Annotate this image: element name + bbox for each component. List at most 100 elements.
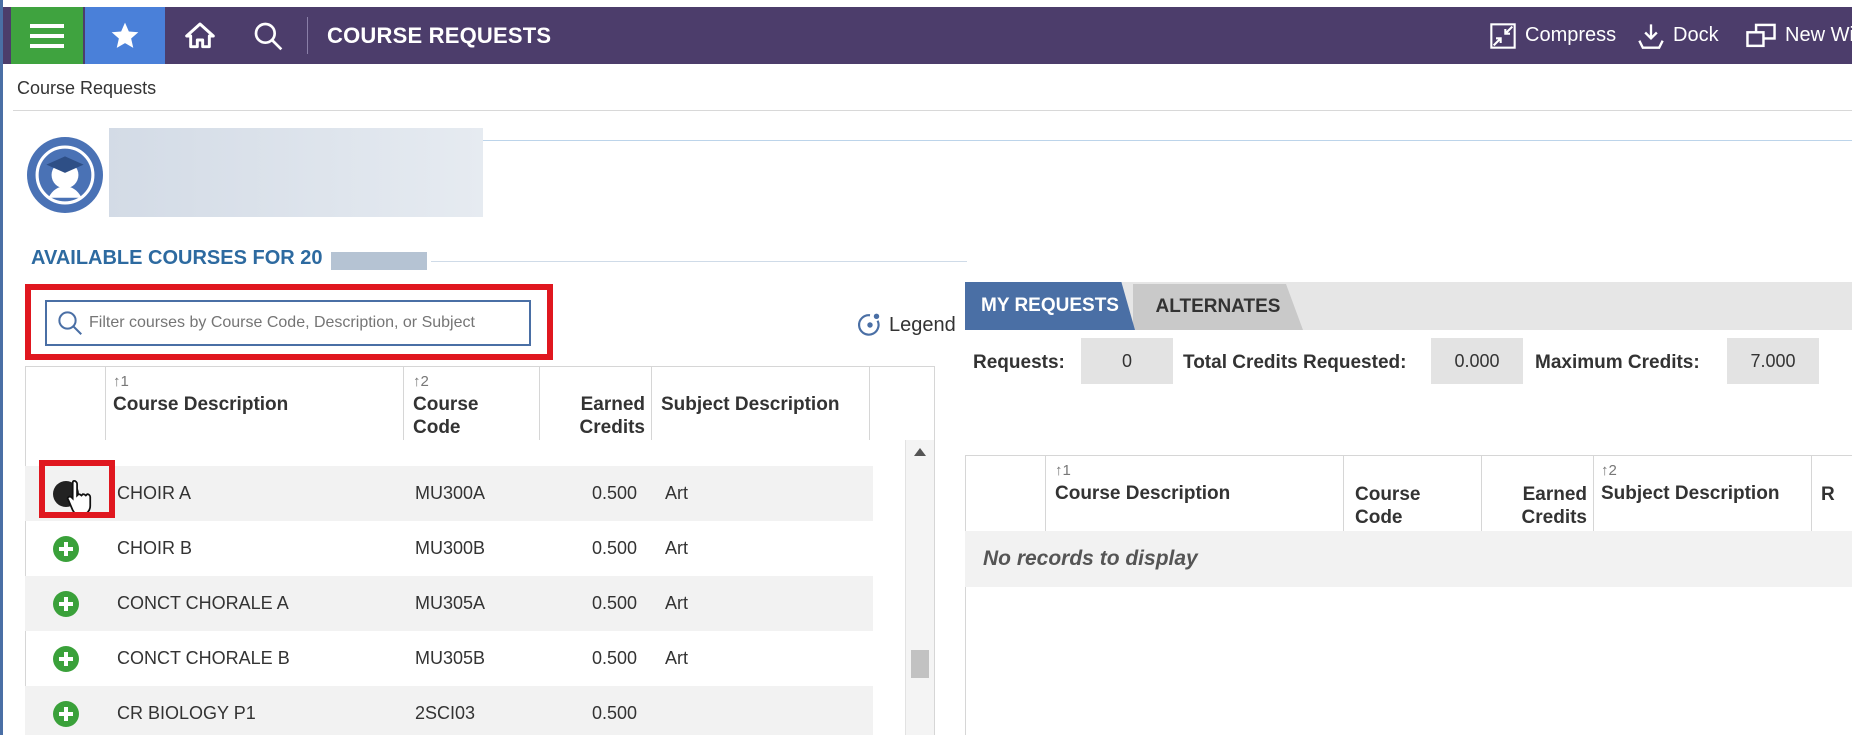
compress-icon: [1490, 22, 1516, 49]
add-course-icon[interactable]: [53, 536, 79, 562]
col-header-earned-credits[interactable]: Earned Credits: [555, 393, 645, 439]
col-header-truncated[interactable]: R: [1821, 483, 1835, 506]
table-scrollbar[interactable]: [905, 440, 934, 735]
course-code: MU305A: [415, 593, 486, 613]
filter-highlight-box: [25, 284, 553, 360]
earned-credits: 0.500: [591, 593, 637, 613]
home-icon: [185, 22, 215, 48]
breadcrumb[interactable]: Course Requests: [17, 78, 156, 99]
dock-label: Dock: [1673, 24, 1719, 46]
dock-button[interactable]: Dock: [1637, 7, 1719, 64]
column-divider: [869, 366, 870, 440]
requests-count-value: 0: [1081, 338, 1173, 384]
sort-indicator: ↑2: [1601, 462, 1617, 479]
course-description: CONCT CHORALE A: [117, 593, 289, 613]
col-header-label: Course Code: [1355, 484, 1421, 528]
add-course-icon[interactable]: [53, 591, 79, 617]
available-courses-title: AVAILABLE COURSES FOR 20: [31, 247, 323, 269]
table-row[interactable]: CONCT CHORALE A MU305A 0.500 Art: [25, 576, 873, 631]
tab-alternates[interactable]: ALTERNATES: [1133, 284, 1303, 330]
subject-description: Art: [665, 538, 689, 558]
breadcrumb-divider: [13, 110, 1852, 111]
sort-indicator: ↑1: [1055, 462, 1071, 479]
legend-button[interactable]: Legend: [857, 312, 956, 338]
hamburger-icon: [30, 23, 64, 48]
available-courses-header: ↑1 Course Description ↑2 Course Code Ear…: [25, 366, 935, 440]
earned-credits: 0.500: [591, 538, 637, 558]
course-description: CHOIR A: [117, 483, 192, 503]
search-button[interactable]: [235, 7, 301, 64]
col-header-label: R: [1821, 484, 1835, 505]
col-header-course-description[interactable]: ↑1 Course Description: [113, 370, 288, 416]
add-button-highlight-box: [39, 460, 115, 518]
earned-credits: 0.500: [591, 703, 637, 723]
course-code: MU305B: [415, 648, 486, 668]
subject-description: Art: [665, 483, 689, 503]
header-divider: [483, 140, 1852, 141]
course-description: CONCT CHORALE B: [117, 648, 290, 668]
col-header-subject-description[interactable]: ↑2 Subject Description: [1601, 459, 1779, 505]
school-year-redacted: [331, 252, 427, 270]
new-window-label: New Wi: [1785, 24, 1852, 46]
col-header-label: Subject Description: [1601, 483, 1780, 504]
no-records-row: No records to display: [965, 531, 1852, 587]
menu-button[interactable]: [11, 7, 83, 64]
dock-icon: [1638, 23, 1664, 49]
course-code: MU300A: [415, 483, 486, 503]
course-code: 2SCI03: [415, 703, 476, 723]
search-icon: [254, 22, 283, 50]
column-divider: [539, 366, 540, 440]
scroll-up-arrow[interactable]: [914, 448, 926, 456]
col-header-course-description[interactable]: ↑1 Course Description: [1055, 459, 1230, 505]
column-divider: [1045, 455, 1046, 531]
new-window-button[interactable]: New Wi: [1745, 7, 1852, 64]
add-course-icon[interactable]: [53, 646, 79, 672]
subject-description: Art: [665, 593, 689, 613]
legend-label: Legend: [889, 313, 956, 336]
favorites-button[interactable]: [85, 7, 165, 64]
col-header-course-code[interactable]: Course Code: [1355, 483, 1465, 529]
column-divider: [105, 366, 106, 440]
course-description: CHOIR B: [117, 538, 193, 558]
course-code: MU300B: [415, 538, 486, 558]
col-header-subject-description[interactable]: Subject Description: [661, 393, 839, 416]
scroll-thumb[interactable]: [911, 650, 929, 678]
top-bar: COURSE REQUESTS Compress Dock New Wi: [3, 7, 1852, 64]
compress-label: Compress: [1525, 24, 1617, 46]
col-header-course-code[interactable]: ↑2 Course Code: [413, 370, 523, 439]
table-row[interactable]: CR BIOLOGY P1 2SCI03 0.500: [25, 686, 873, 735]
table-row[interactable]: CONCT CHORALE B MU305B 0.500 Art: [25, 631, 873, 686]
column-divider: [403, 366, 404, 440]
star-icon: [111, 22, 139, 48]
no-records-text: No records to display: [983, 547, 1198, 570]
total-credits-value: 0.000: [1431, 338, 1523, 384]
col-header-earned-credits[interactable]: Earned Credits: [1497, 483, 1587, 529]
sort-indicator: ↑1: [113, 373, 129, 390]
graduate-icon: [35, 145, 95, 205]
max-credits-value: 7.000: [1727, 338, 1819, 384]
page-title: COURSE REQUESTS: [327, 23, 552, 48]
col-header-label: Course Description: [1055, 483, 1231, 504]
column-divider: [651, 366, 652, 440]
total-credits-label: Total Credits Requested:: [1183, 352, 1407, 373]
available-courses-divider: [431, 261, 967, 262]
column-divider: [1811, 455, 1812, 531]
add-course-icon[interactable]: [53, 701, 79, 727]
column-divider: [1481, 455, 1482, 531]
column-divider: [1593, 455, 1594, 531]
col-header-label: Course Description: [113, 394, 289, 415]
home-button[interactable]: [169, 7, 231, 64]
tab-my-requests[interactable]: MY REQUESTS: [965, 282, 1135, 330]
subject-description: Art: [665, 648, 689, 668]
legend-icon: [858, 313, 880, 336]
requests-count-label: Requests:: [973, 352, 1065, 373]
col-header-label: Earned Credits: [1521, 484, 1587, 528]
table-row[interactable]: CHOIR A MU300A 0.500 Art: [25, 466, 873, 521]
earned-credits: 0.500: [591, 483, 637, 503]
compress-button[interactable]: Compress: [1489, 7, 1616, 64]
table-row[interactable]: CHOIR B MU300B 0.500 Art: [25, 521, 873, 576]
col-header-label: Earned Credits: [579, 394, 645, 438]
earned-credits: 0.500: [591, 648, 637, 668]
toolbar-separator: [307, 17, 308, 54]
col-header-label: Course Code: [413, 394, 479, 438]
